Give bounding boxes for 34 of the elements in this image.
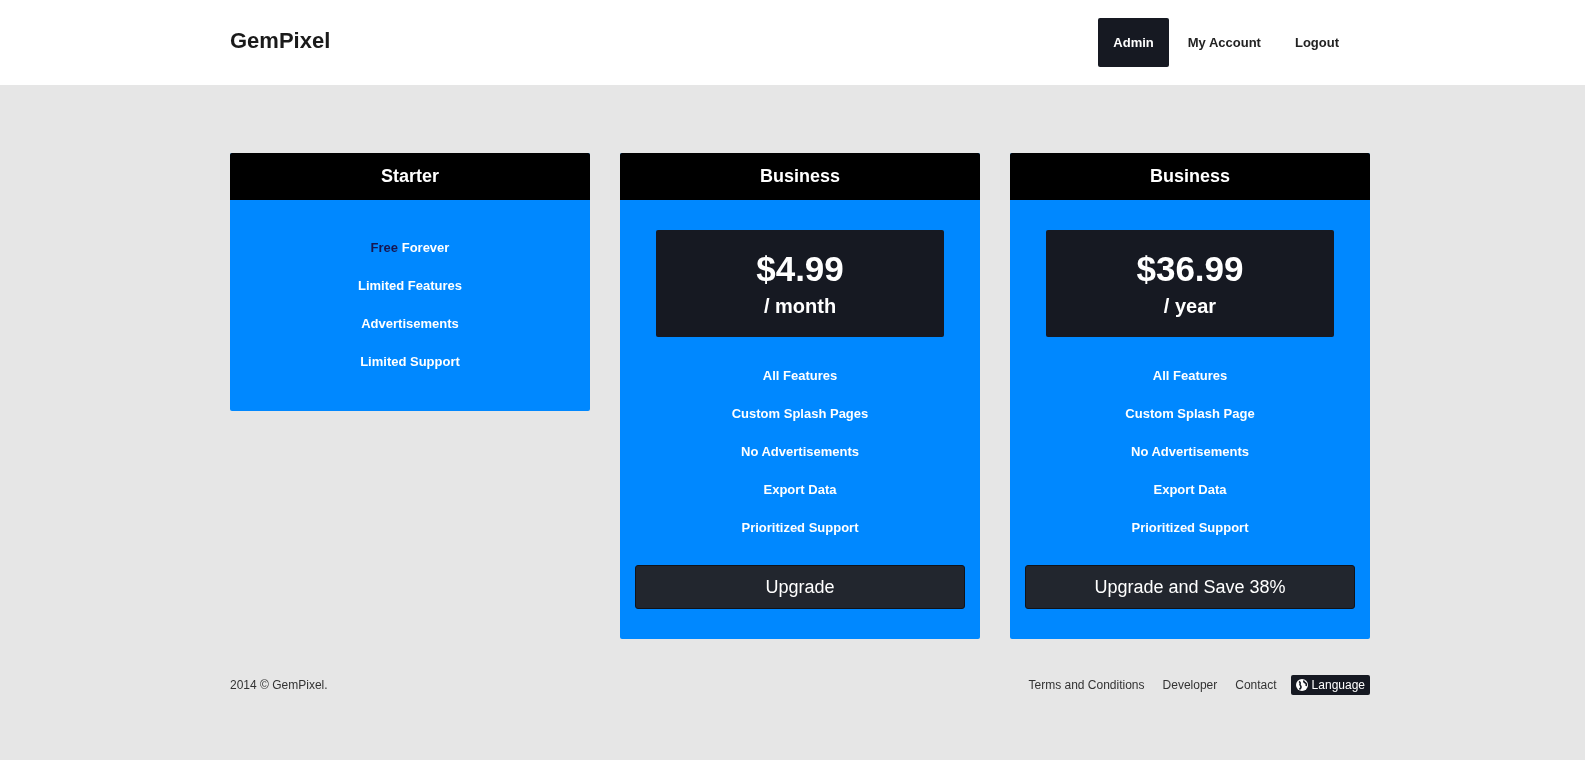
feature-item: All Features bbox=[762, 367, 838, 385]
footer-link[interactable]: Terms and Conditions bbox=[1028, 678, 1145, 692]
feature-item: Prioritized Support bbox=[741, 519, 859, 537]
feature-item: Advertisements bbox=[361, 315, 459, 333]
feature-item: All Features bbox=[1152, 367, 1228, 385]
upgrade-button[interactable]: Upgrade and Save 38% bbox=[1025, 565, 1355, 609]
feature-item: Limited Support bbox=[360, 353, 460, 371]
nav-link[interactable]: Admin bbox=[1098, 18, 1169, 67]
upgrade-button[interactable]: Upgrade bbox=[635, 565, 965, 609]
feature-item: No Advertisements bbox=[741, 443, 859, 461]
language-label: Language bbox=[1311, 678, 1365, 692]
price-period: / year bbox=[1163, 295, 1217, 318]
plan-title: Starter bbox=[230, 153, 590, 200]
feature-item: Export Data bbox=[763, 481, 837, 499]
footer-link[interactable]: Contact bbox=[1235, 678, 1277, 692]
price-period: / month bbox=[763, 295, 837, 318]
brand-logo[interactable]: GemPixel bbox=[230, 27, 331, 54]
footer-link[interactable]: Developer bbox=[1162, 678, 1218, 692]
feature-item: Export Data bbox=[1153, 481, 1227, 499]
nav-link[interactable]: My Account bbox=[1172, 18, 1276, 67]
nav-link[interactable]: Logout bbox=[1279, 18, 1354, 67]
language-button[interactable]: Language bbox=[1290, 675, 1370, 695]
feature-item: Prioritized Support bbox=[1131, 519, 1249, 537]
copyright-text: 2014 © GemPixel. bbox=[230, 678, 328, 692]
globe-icon bbox=[1295, 679, 1308, 691]
price: $4.99 bbox=[756, 249, 844, 289]
feature-item: Custom Splash Page bbox=[1125, 405, 1255, 423]
feature-item: Custom Splash Pages bbox=[731, 405, 869, 423]
price: $36.99 bbox=[1136, 249, 1244, 289]
plan-title: Business bbox=[620, 153, 980, 200]
feature-item: Free Forever bbox=[370, 239, 450, 257]
feature-item: No Advertisements bbox=[1131, 443, 1249, 461]
plan-title: Business bbox=[1010, 153, 1370, 200]
feature-item: Limited Features bbox=[358, 277, 462, 295]
